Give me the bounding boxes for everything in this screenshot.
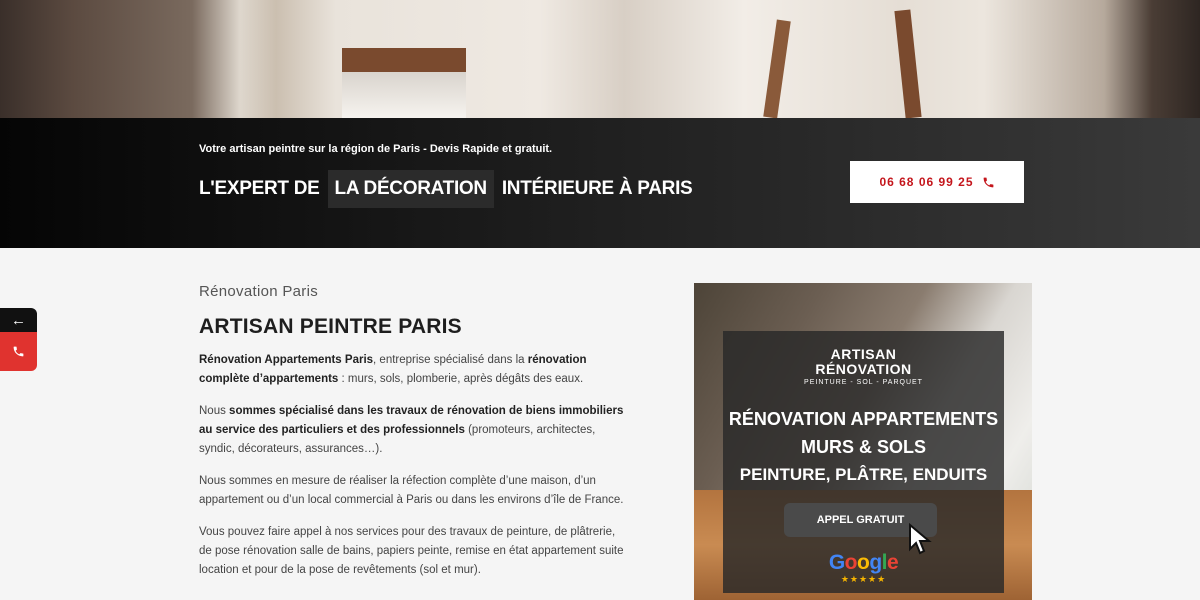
phone-icon: [13, 346, 24, 357]
hero-background-image: [0, 0, 1200, 118]
promo-image: ARTISAN RÉNOVATION PEINTURE - SOL - PARQ…: [694, 283, 1032, 600]
rating-stars: ★★★★★: [840, 574, 887, 584]
side-call-button[interactable]: [0, 332, 37, 371]
ladder-image: [894, 9, 922, 118]
paragraph-2: Nous sommes spécialisé dans les travaux …: [199, 402, 629, 459]
bold-text: Rénovation Appartements Paris: [199, 354, 374, 366]
banner-tagline: Votre artisan peintre sur la région de P…: [199, 143, 553, 155]
paragraph-1: Rénovation Appartements Paris, entrepris…: [199, 351, 629, 389]
headline-part1: L'EXPERT DE: [199, 178, 320, 199]
promo-line3: PEINTURE, PLÂTRE, ENDUITS: [739, 465, 988, 484]
text: Nous: [199, 405, 230, 417]
ladder-image: [763, 19, 791, 118]
paragraph-4: Vous pouvez faire appel à nos services p…: [199, 526, 624, 576]
section-kicker: Rénovation Paris: [199, 283, 319, 300]
headline-highlight: LA DÉCORATION: [327, 170, 494, 208]
window-image: [342, 48, 466, 118]
paragraph-3: Nous sommes en mesure de réaliser la réf…: [199, 475, 624, 506]
phone-icon: [983, 177, 993, 187]
brand-line2: RÉNOVATION: [815, 361, 912, 377]
main-content: Rénovation Paris ARTISAN PEINTRE PARIS R…: [199, 283, 629, 580]
back-arrow-button[interactable]: ←: [0, 308, 37, 332]
arrow-left-icon: ←: [11, 311, 26, 329]
phone-call-button[interactable]: 06 68 06 99 25: [850, 161, 1024, 203]
brand-line1: ARTISAN: [830, 346, 897, 362]
phone-number: 06 68 06 99 25: [879, 175, 974, 189]
promo-line2: MURS & SOLS: [800, 437, 926, 457]
text: : murs, sols, plomberie, après dégâts de…: [338, 373, 584, 385]
text: , entreprise spécialisé dans la: [373, 354, 528, 366]
page-title: ARTISAN PEINTRE PARIS: [199, 315, 462, 338]
brand-subtitle: PEINTURE - SOL - PARQUET: [804, 379, 923, 386]
headline-part2: INTÉRIEURE À PARIS: [501, 178, 693, 199]
banner-headline: L'EXPERT DE LA DÉCORATION INTÉRIEURE À P…: [199, 170, 693, 208]
hero-banner: Votre artisan peintre sur la région de P…: [0, 118, 1200, 248]
google-logo: Google: [828, 551, 899, 574]
promo-line1: RÉNOVATION APPARTEMENTS: [728, 409, 999, 429]
promo-panel: ARTISAN RÉNOVATION PEINTURE - SOL - PARQ…: [723, 331, 1004, 593]
